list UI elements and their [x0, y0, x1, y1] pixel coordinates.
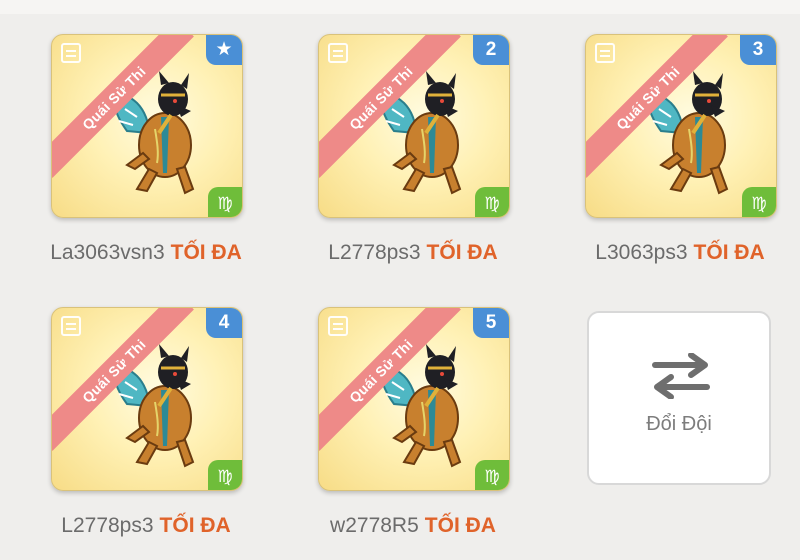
monster-card[interactable]: Quái Sử Thi 2 ♍ [318, 34, 510, 218]
svg-text:♍: ♍ [751, 194, 766, 214]
virgo-element-icon: ♍ [208, 187, 242, 217]
details-icon[interactable] [328, 43, 348, 63]
max-level-text: TỐI ĐA [159, 514, 231, 537]
monster-name: La3063vsn3 [50, 241, 165, 264]
svg-text:♍: ♍ [217, 467, 232, 487]
details-icon[interactable] [61, 43, 81, 63]
leader-star-badge: ★ [206, 35, 242, 65]
monster-card[interactable]: Quái Sử Thi 3 ♍ [585, 34, 777, 218]
slot-number-badge: 5 [473, 308, 509, 338]
virgo-element-icon: ♍ [208, 460, 242, 490]
monster-name: L3063ps3 [595, 241, 688, 264]
max-level-text: TỐI ĐA [424, 514, 496, 537]
monster-label: La3063vsn3 TỐI ĐA [31, 241, 261, 265]
monster-label: w2778R5 TỐI ĐA [298, 514, 528, 538]
monster-name: w2778R5 [330, 514, 419, 537]
max-level-text: TỐI ĐA [170, 241, 242, 264]
top-strip [0, 0, 800, 14]
monster-label: L2778ps3 TỐI ĐA [298, 241, 528, 265]
details-icon[interactable] [61, 316, 81, 336]
details-icon[interactable] [595, 43, 615, 63]
virgo-element-icon: ♍ [475, 187, 509, 217]
swap-arrows-icon [652, 353, 710, 399]
slot-number-badge: 3 [740, 35, 776, 65]
swap-team-label: Đổi Đội [646, 413, 712, 435]
slot-number-badge: 2 [473, 35, 509, 65]
virgo-element-icon: ♍ [742, 187, 776, 217]
swap-team-button[interactable]: Đổi Đội [587, 311, 771, 485]
virgo-element-icon: ♍ [475, 460, 509, 490]
max-level-text: TỐI ĐA [693, 241, 765, 264]
max-level-text: TỐI ĐA [426, 241, 498, 264]
monster-card[interactable]: Quái Sử Thi 4 ♍ [51, 307, 243, 491]
monster-card[interactable]: Quái Sử Thi 5 ♍ [318, 307, 510, 491]
monster-label: L3063ps3 TỐI ĐA [565, 241, 795, 265]
monster-label: L2778ps3 TỐI ĐA [31, 514, 261, 538]
svg-text:♍: ♍ [484, 467, 499, 487]
svg-text:♍: ♍ [217, 194, 232, 214]
monster-card[interactable]: Quái Sử Thi ★ ♍ [51, 34, 243, 218]
monster-name: L2778ps3 [328, 241, 421, 264]
details-icon[interactable] [328, 316, 348, 336]
svg-text:♍: ♍ [484, 194, 499, 214]
slot-number-badge: 4 [206, 308, 242, 338]
monster-name: L2778ps3 [61, 514, 154, 537]
